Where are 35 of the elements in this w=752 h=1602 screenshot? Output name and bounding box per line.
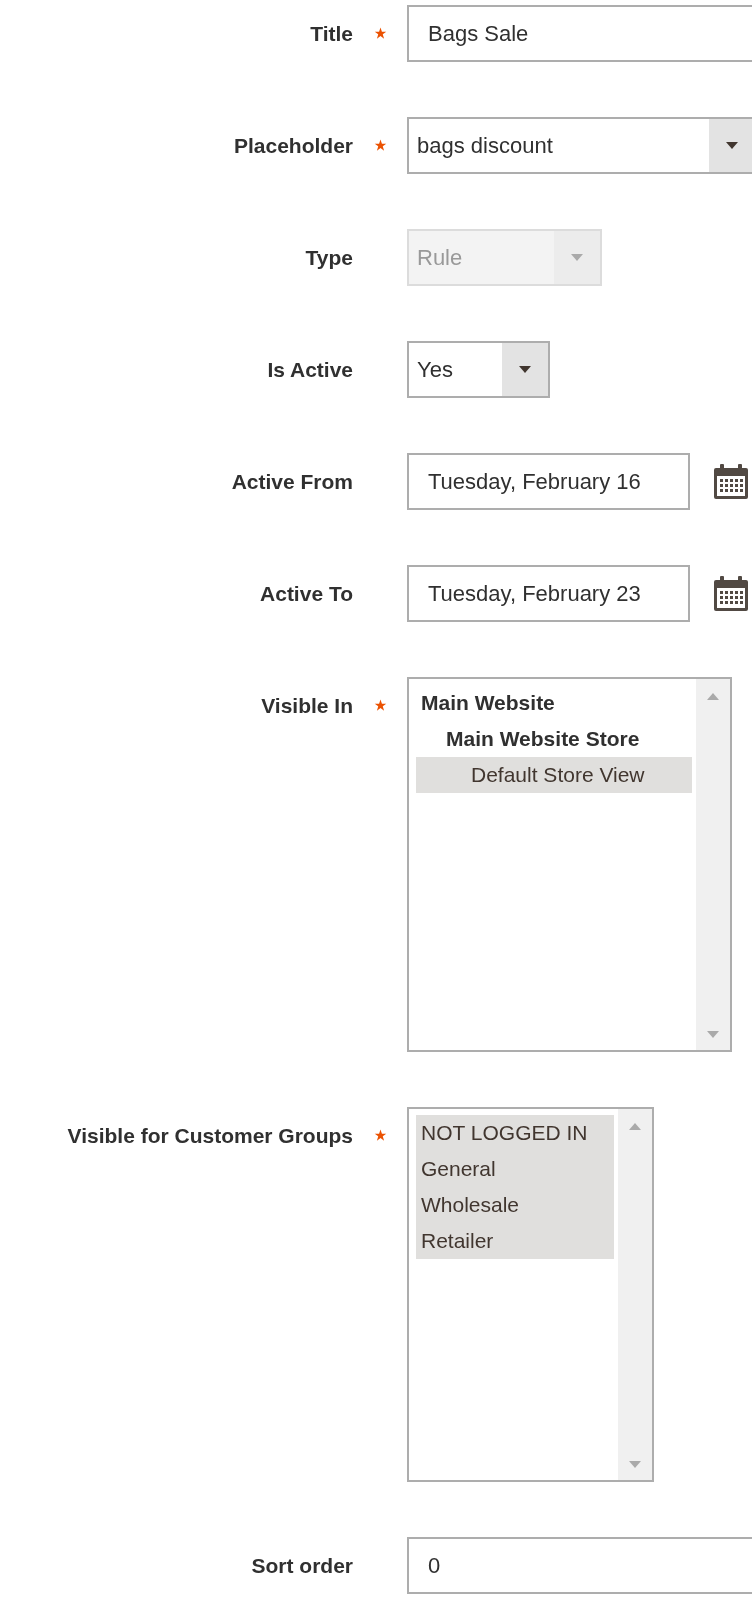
field-label: Title	[310, 21, 353, 47]
scroll-up-icon[interactable]	[707, 693, 719, 700]
list-option[interactable]: Wholesale	[416, 1187, 614, 1223]
caret-icon	[726, 141, 738, 150]
multiselect-list[interactable]: NOT LOGGED IN General Wholesale Retailer	[407, 1107, 654, 1482]
option-group-label: Main Website	[420, 690, 556, 716]
scroll-down-icon[interactable]	[707, 1031, 719, 1038]
list-option[interactable]: Retailer	[416, 1223, 614, 1259]
field-label: Active From	[231, 469, 353, 495]
option-group-label: Main Website Store	[445, 726, 641, 752]
field-label: Visible In	[261, 693, 353, 719]
caret-icon	[519, 365, 531, 374]
scrollbar[interactable]	[618, 1109, 652, 1480]
scroll-up-icon[interactable]	[629, 1123, 641, 1130]
field-label: Placeholder	[233, 133, 353, 159]
multiselect-list[interactable]: Main Website Main Website Store Default Store View	[407, 677, 732, 1052]
calendar-icon[interactable]	[712, 574, 750, 613]
field-label: Active To	[260, 581, 353, 607]
text-field[interactable]: Bags Sale	[407, 5, 752, 62]
date-field[interactable]: Tuesday, February 23	[407, 565, 690, 622]
date-field[interactable]: Tuesday, February 16	[407, 453, 690, 510]
field-label: Visible for Customer Groups	[67, 1123, 353, 1149]
field-label: Type	[305, 245, 353, 271]
text-field[interactable]: 0	[407, 1537, 752, 1594]
dropdown[interactable]: Yes	[407, 341, 550, 398]
list-option[interactable]: NOT LOGGED IN	[416, 1115, 614, 1151]
field-label: Is Active	[267, 357, 353, 383]
list-option[interactable]: General	[416, 1151, 614, 1187]
calendar-icon[interactable]	[712, 462, 750, 501]
scroll-down-icon[interactable]	[629, 1461, 641, 1468]
field-label: Sort order	[251, 1553, 353, 1579]
caret-icon	[571, 253, 583, 262]
dropdown[interactable]: bags discount	[407, 117, 752, 174]
list-option[interactable]: Default Store View	[416, 757, 692, 793]
scrollbar[interactable]	[696, 679, 730, 1050]
